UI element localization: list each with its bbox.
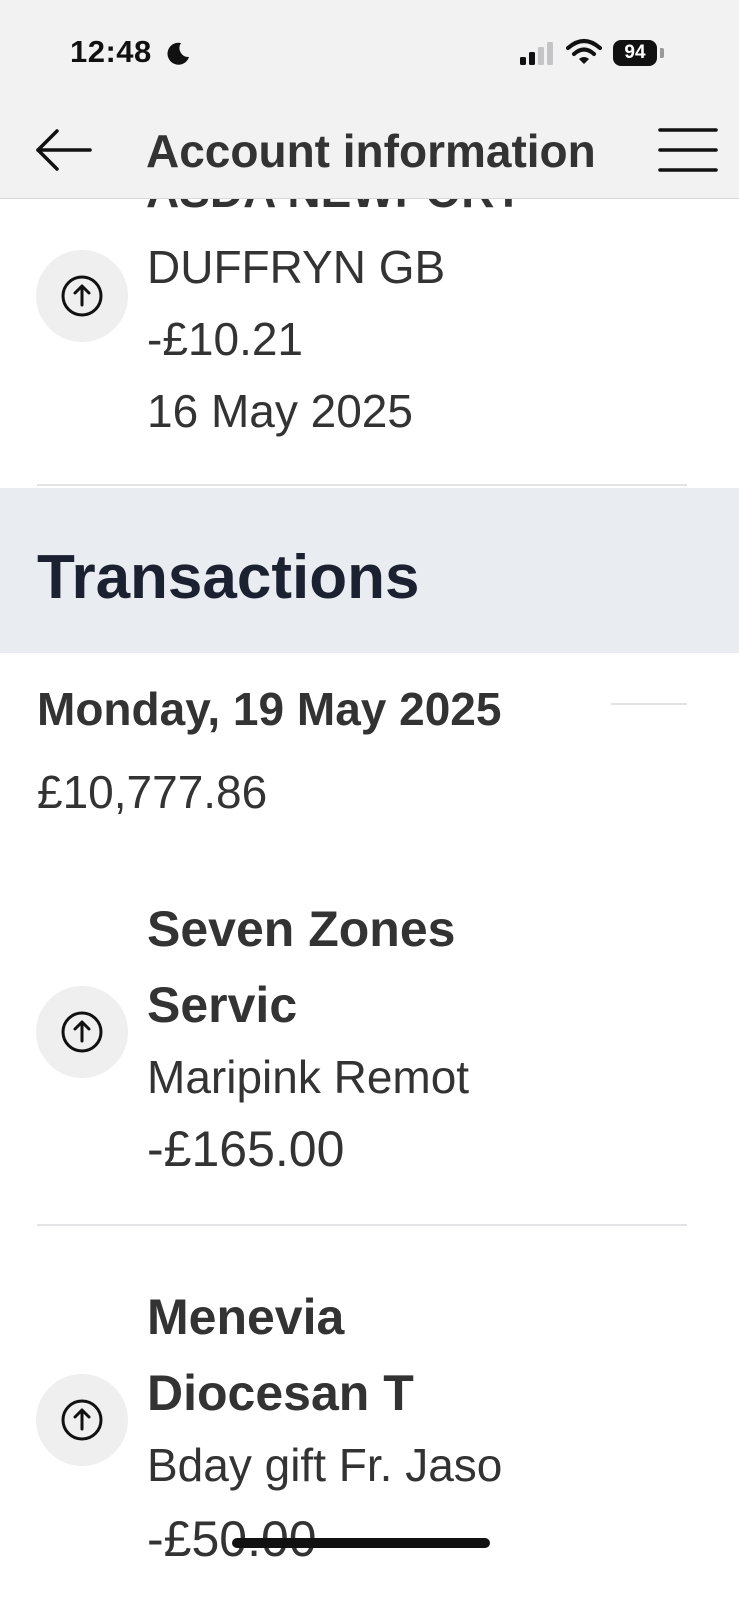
hamburger-menu-icon[interactable] — [654, 122, 720, 178]
transaction-description: DUFFRYN GB — [147, 241, 446, 293]
divider — [37, 1224, 687, 1226]
transaction-amount: -£10.21 — [147, 313, 304, 365]
transaction-date: 16 May 2025 — [147, 385, 413, 437]
divider — [611, 703, 687, 705]
arrow-left-icon[interactable] — [30, 122, 96, 178]
top-bar: 12:48 94 Account information — [0, 0, 739, 199]
moon-icon — [167, 42, 189, 65]
battery-icon: 94 — [613, 40, 665, 68]
transaction-name-line1: Seven Zones — [147, 901, 456, 957]
arrow-up-circle-icon — [36, 250, 128, 342]
arrow-up-circle-icon — [36, 986, 128, 1078]
section-title: Transactions — [37, 543, 420, 612]
transaction-name-line2: Diocesan T — [147, 1365, 414, 1421]
divider — [37, 484, 687, 486]
status-time: 12:48 — [70, 34, 152, 69]
transactions-content: ASDA NEWPORT DUFFRYN GB -£10.21 16 May 2… — [0, 0, 739, 1600]
cellular-signal-icon — [520, 42, 553, 65]
battery-level: 94 — [613, 40, 657, 66]
arrow-up-circle-icon — [36, 1374, 128, 1466]
day-group-date: Monday, 19 May 2025 — [37, 683, 502, 735]
transaction-name-line2: Servic — [147, 977, 298, 1033]
day-group-balance: £10,777.86 — [37, 766, 268, 818]
transaction-amount: -£165.00 — [147, 1121, 345, 1177]
page-title: Account information — [146, 125, 596, 177]
wifi-icon — [566, 39, 602, 64]
transaction-description: Bday gift Fr. Jaso — [147, 1439, 503, 1491]
transaction-description: Maripink Remot — [147, 1051, 470, 1103]
transaction-name-line1: Menevia — [147, 1289, 345, 1345]
home-indicator[interactable] — [232, 1538, 490, 1548]
